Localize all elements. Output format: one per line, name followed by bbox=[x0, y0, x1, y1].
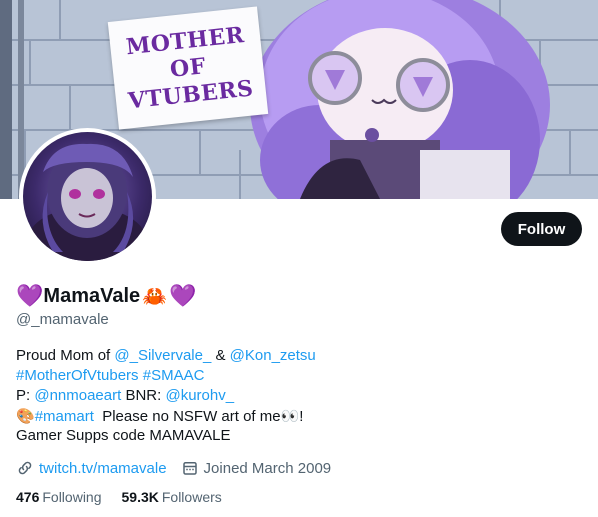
followers-stat[interactable]: 59.3K Followers bbox=[122, 489, 222, 505]
crab-icon: 🦀 bbox=[142, 284, 168, 308]
mention-link[interactable]: @kurohv_ bbox=[165, 387, 234, 404]
mention-link[interactable]: @Kon_zetsu bbox=[230, 347, 316, 364]
bio-text: Proud Mom of bbox=[16, 347, 115, 364]
follow-button[interactable]: Follow bbox=[501, 212, 582, 246]
bio-line: Proud Mom of @_Silvervale_ & @Kon_zetsu bbox=[16, 346, 576, 366]
bio-line: #MotherOfVtubers #SMAAC bbox=[16, 366, 576, 386]
followers-label: Followers bbox=[161, 489, 222, 505]
avatar-image bbox=[23, 132, 152, 261]
joined-item: Joined March 2009 bbox=[181, 459, 332, 477]
bio-text: Please no NSFW art of me bbox=[93, 408, 281, 425]
website-link[interactable]: twitch.tv/mamavale bbox=[39, 460, 167, 477]
banner-sign-line: VTUBERS bbox=[126, 74, 255, 114]
bio-line: Gamer Supps code MAMAVALE bbox=[16, 427, 231, 444]
website-item: twitch.tv/mamavale bbox=[16, 459, 167, 477]
following-label: Following bbox=[42, 489, 102, 505]
username-handle: @_mamavale bbox=[16, 311, 109, 328]
display-name-row: 💜 MamaVale 🦀 💜 bbox=[16, 283, 196, 309]
eyes-icon: 👀 bbox=[280, 407, 300, 425]
joined-date: Joined March 2009 bbox=[203, 459, 332, 477]
palette-icon: 🎨 bbox=[16, 407, 35, 425]
link-icon bbox=[18, 461, 32, 475]
bio-text: ! bbox=[299, 408, 304, 425]
banner-sign-line: OF bbox=[168, 52, 208, 83]
calendar-icon bbox=[182, 462, 197, 475]
hashtag-link[interactable]: #SMAAC bbox=[143, 367, 205, 384]
following-stat[interactable]: 476 Following bbox=[16, 489, 102, 505]
followers-count: 59.3K bbox=[121, 489, 159, 505]
profile-bio: Proud Mom of @_Silvervale_ & @Kon_zetsu … bbox=[16, 346, 576, 446]
bio-line: P: @nnmoaeart BNR: @kurohv_ bbox=[16, 386, 576, 406]
bio-line: 🎨#mamart Please no NSFW art of me👀! bbox=[16, 406, 576, 426]
bio-text: BNR: bbox=[121, 387, 166, 404]
bio-text: & bbox=[211, 347, 230, 364]
purple-heart-icon: 💜 bbox=[16, 283, 44, 309]
avatar[interactable] bbox=[19, 128, 156, 265]
mention-link[interactable]: @_Silvervale_ bbox=[114, 347, 211, 364]
display-name: MamaVale bbox=[43, 284, 141, 307]
hashtag-link[interactable]: #mamart bbox=[35, 408, 94, 425]
profile-meta: twitch.tv/mamavale Joined March 2009 bbox=[16, 458, 345, 478]
follow-stats: 476 Following 59.3K Followers bbox=[16, 489, 242, 505]
hashtag-link[interactable]: #MotherOfVtubers bbox=[16, 367, 139, 384]
following-count: 476 bbox=[16, 489, 40, 505]
banner-sign: MOTHER OF VTUBERS bbox=[107, 6, 269, 130]
purple-heart-icon: 💜 bbox=[169, 283, 197, 309]
bio-text: P: bbox=[16, 387, 35, 404]
mention-link[interactable]: @nnmoaeart bbox=[34, 387, 121, 404]
